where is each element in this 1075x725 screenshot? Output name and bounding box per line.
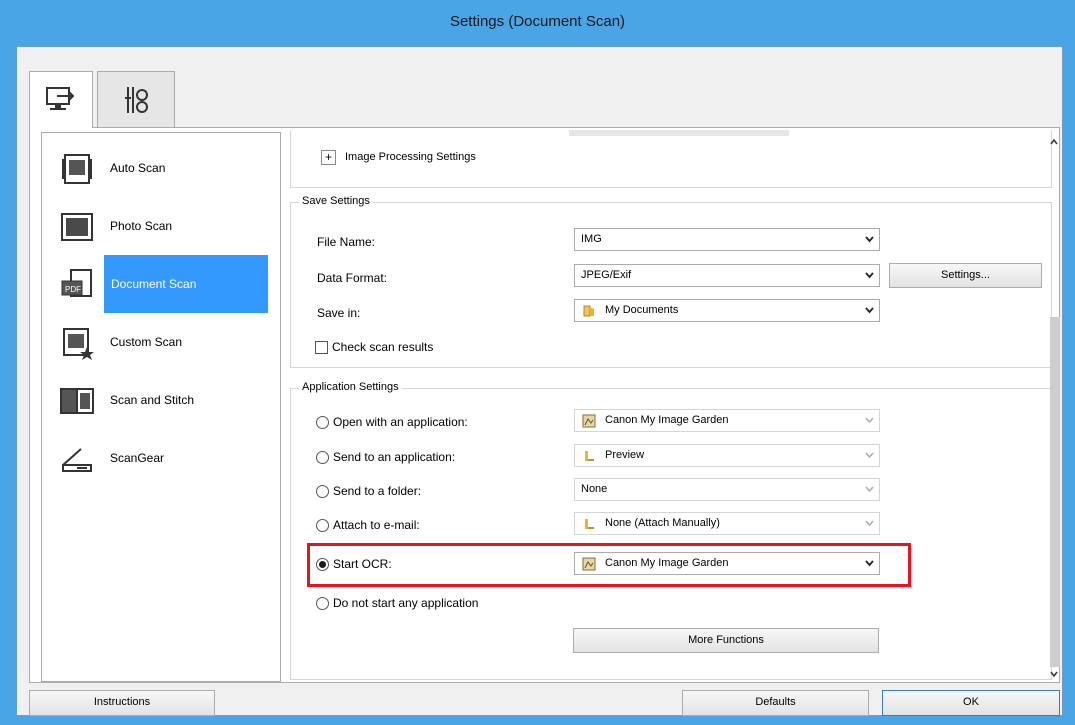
do-not-start-application-label: Do not start any application xyxy=(333,596,479,610)
sidebar-item-label: Scan and Stitch xyxy=(110,393,195,407)
data-format-select[interactable]: JPEG/Exif xyxy=(574,264,880,287)
settings-window: Settings (Document Scan) Auto Scan Photo… xyxy=(0,0,1075,725)
scan-and-stitch-icon xyxy=(60,388,94,414)
settings-button[interactable]: Settings... xyxy=(889,263,1042,288)
data-format-label: Data Format: xyxy=(317,271,388,285)
radio-send-to-application[interactable] xyxy=(316,451,329,464)
radio-do-not-start-application[interactable] xyxy=(316,597,329,610)
attach-to-email-select[interactable]: None (Attach Manually) xyxy=(574,512,880,535)
check-scan-results-label: Check scan results xyxy=(332,340,434,354)
send-to-folder-value: None xyxy=(581,483,608,495)
file-name-value: IMG xyxy=(581,233,602,245)
sidebar-item-document-scan[interactable]: PDF Document Scan xyxy=(42,255,280,313)
document-scan-icon: PDF xyxy=(61,269,92,297)
expand-toggle[interactable]: + xyxy=(321,150,336,165)
scangear-icon xyxy=(62,448,92,472)
open-with-application-select[interactable]: Canon My Image Garden xyxy=(574,409,880,432)
photo-scan-icon xyxy=(61,213,93,241)
auto-scan-icon xyxy=(62,154,92,184)
instructions-button[interactable]: Instructions xyxy=(29,690,215,716)
save-in-value: My Documents xyxy=(605,304,679,316)
application-settings-title: Application Settings xyxy=(299,381,402,393)
sidebar-item-auto-scan[interactable]: Auto Scan xyxy=(42,139,280,197)
start-ocr-value: Canon My Image Garden xyxy=(605,557,729,569)
sidebar-item-label: Custom Scan xyxy=(110,335,183,349)
file-name-combo[interactable]: IMG xyxy=(574,228,880,251)
send-to-folder-select[interactable]: None xyxy=(574,478,880,501)
file-name-label: File Name: xyxy=(317,235,376,249)
collapsed-control-edge xyxy=(569,130,789,136)
scroll-down-arrow-icon[interactable] xyxy=(1048,667,1060,681)
sidebar-item-label: Document Scan xyxy=(111,277,197,291)
check-scan-results-checkbox[interactable] xyxy=(315,341,328,354)
image-garden-icon xyxy=(582,414,596,428)
chevron-down-icon xyxy=(865,307,874,314)
save-settings-title: Save Settings xyxy=(299,195,373,207)
attach-to-email-label: Attach to e-mail: xyxy=(333,518,420,532)
chevron-down-icon xyxy=(865,272,874,279)
data-format-value: JPEG/Exif xyxy=(581,269,632,281)
window-title: Settings (Document Scan) xyxy=(449,13,626,30)
chevron-down-icon xyxy=(865,417,874,424)
more-functions-button[interactable]: More Functions xyxy=(573,628,879,653)
send-to-application-label: Send to an application: xyxy=(333,450,456,464)
save-settings-group: Save Settings File Name: IMG Data Format… xyxy=(290,195,1052,368)
svg-text:PDF: PDF xyxy=(65,285,81,294)
radio-attach-to-email[interactable] xyxy=(316,519,329,532)
title-bar[interactable]: Settings (Document Scan) xyxy=(0,0,1075,46)
chevron-down-icon xyxy=(865,236,874,243)
defaults-button[interactable]: Defaults xyxy=(682,690,869,716)
scan-type-list: Auto Scan Photo Scan PDF Document Scan C… xyxy=(41,132,281,682)
send-to-folder-label: Send to a folder: xyxy=(333,484,422,498)
tools-icon xyxy=(125,86,148,113)
tab-panel: Auto Scan Photo Scan PDF Document Scan C… xyxy=(29,127,1060,683)
open-with-application-value: Canon My Image Garden xyxy=(605,414,729,426)
chevron-down-icon xyxy=(865,486,874,493)
chevron-down-icon xyxy=(865,560,874,567)
image-processing-label: Image Processing Settings xyxy=(345,151,476,163)
open-with-application-label: Open with an application: xyxy=(333,415,468,429)
sidebar-item-scangear[interactable]: ScanGear xyxy=(42,429,280,487)
radio-start-ocr[interactable] xyxy=(316,558,329,571)
save-in-label: Save in: xyxy=(317,306,361,320)
radio-send-to-folder[interactable] xyxy=(316,485,329,498)
attach-to-email-value: None (Attach Manually) xyxy=(605,517,720,529)
start-ocr-label: Start OCR: xyxy=(333,557,392,571)
custom-scan-icon xyxy=(63,328,94,360)
radio-selected-dot xyxy=(319,561,326,568)
sidebar-item-photo-scan[interactable]: Photo Scan xyxy=(42,197,280,255)
sidebar-item-label: Auto Scan xyxy=(110,161,166,175)
tab-scan-from-computer[interactable] xyxy=(29,71,93,128)
sidebar-item-scan-and-stitch[interactable]: Scan and Stitch xyxy=(42,371,280,429)
send-to-application-value: Preview xyxy=(605,449,645,461)
radio-open-with-application[interactable] xyxy=(316,416,329,429)
monitor-scan-icon xyxy=(46,87,75,110)
tab-general-settings[interactable] xyxy=(97,71,175,127)
dialog-client: Auto Scan Photo Scan PDF Document Scan C… xyxy=(16,46,1063,716)
start-ocr-select[interactable]: Canon My Image Garden xyxy=(574,552,880,575)
preview-app-icon xyxy=(585,451,594,461)
mail-app-icon xyxy=(585,519,594,529)
folder-icon xyxy=(583,305,594,317)
chevron-down-icon xyxy=(865,520,874,527)
application-settings-group: Application Settings Open with an applic… xyxy=(290,381,1052,680)
sidebar-item-label: Photo Scan xyxy=(110,219,173,233)
send-to-application-select[interactable]: Preview xyxy=(574,444,880,467)
image-garden-icon xyxy=(582,557,596,571)
chevron-down-icon xyxy=(865,452,874,459)
vertical-scrollbar-thumb[interactable] xyxy=(1050,317,1060,667)
save-in-select[interactable]: My Documents xyxy=(574,299,880,322)
sidebar-item-custom-scan[interactable]: Custom Scan xyxy=(42,313,280,371)
sidebar-item-label: ScanGear xyxy=(110,451,165,465)
settings-content: + Image Processing Settings Save Setting… xyxy=(288,130,1055,682)
ok-button[interactable]: OK xyxy=(882,690,1060,716)
scroll-up-arrow-icon[interactable] xyxy=(1048,135,1060,149)
image-processing-group: + Image Processing Settings xyxy=(290,130,1052,188)
